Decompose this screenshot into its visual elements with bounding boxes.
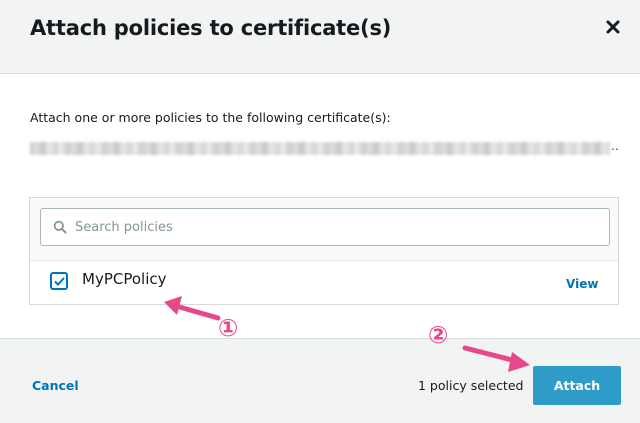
- policy-name: MyPCPolicy: [82, 270, 167, 288]
- cancel-button[interactable]: Cancel: [32, 378, 79, 393]
- close-icon: [606, 20, 620, 34]
- certificate-id-blurred: [30, 142, 610, 155]
- search-input[interactable]: [75, 209, 595, 245]
- search-icon: [53, 220, 67, 234]
- dialog-title: Attach policies to certificate(s): [30, 16, 392, 40]
- view-policy-link[interactable]: View: [566, 277, 598, 291]
- checkmark-icon: [53, 276, 65, 286]
- policy-row[interactable]: MyPCPolicy View: [30, 260, 618, 304]
- annotation-marker-1: ①: [218, 314, 239, 342]
- dialog-description: Attach one or more policies to the follo…: [30, 110, 391, 125]
- annotation-marker-2: ②: [428, 321, 449, 349]
- policy-checkbox[interactable]: [50, 272, 68, 290]
- certificate-ellipsis: ..: [611, 139, 619, 153]
- search-box[interactable]: [40, 208, 610, 246]
- policy-list-panel: MyPCPolicy View: [29, 197, 619, 305]
- selection-count: 1 policy selected: [418, 378, 524, 393]
- dialog-header: Attach policies to certificate(s): [0, 0, 640, 74]
- attach-button[interactable]: Attach: [533, 366, 621, 405]
- close-button[interactable]: [600, 14, 626, 40]
- dialog-footer: Cancel 1 policy selected Attach: [0, 338, 640, 423]
